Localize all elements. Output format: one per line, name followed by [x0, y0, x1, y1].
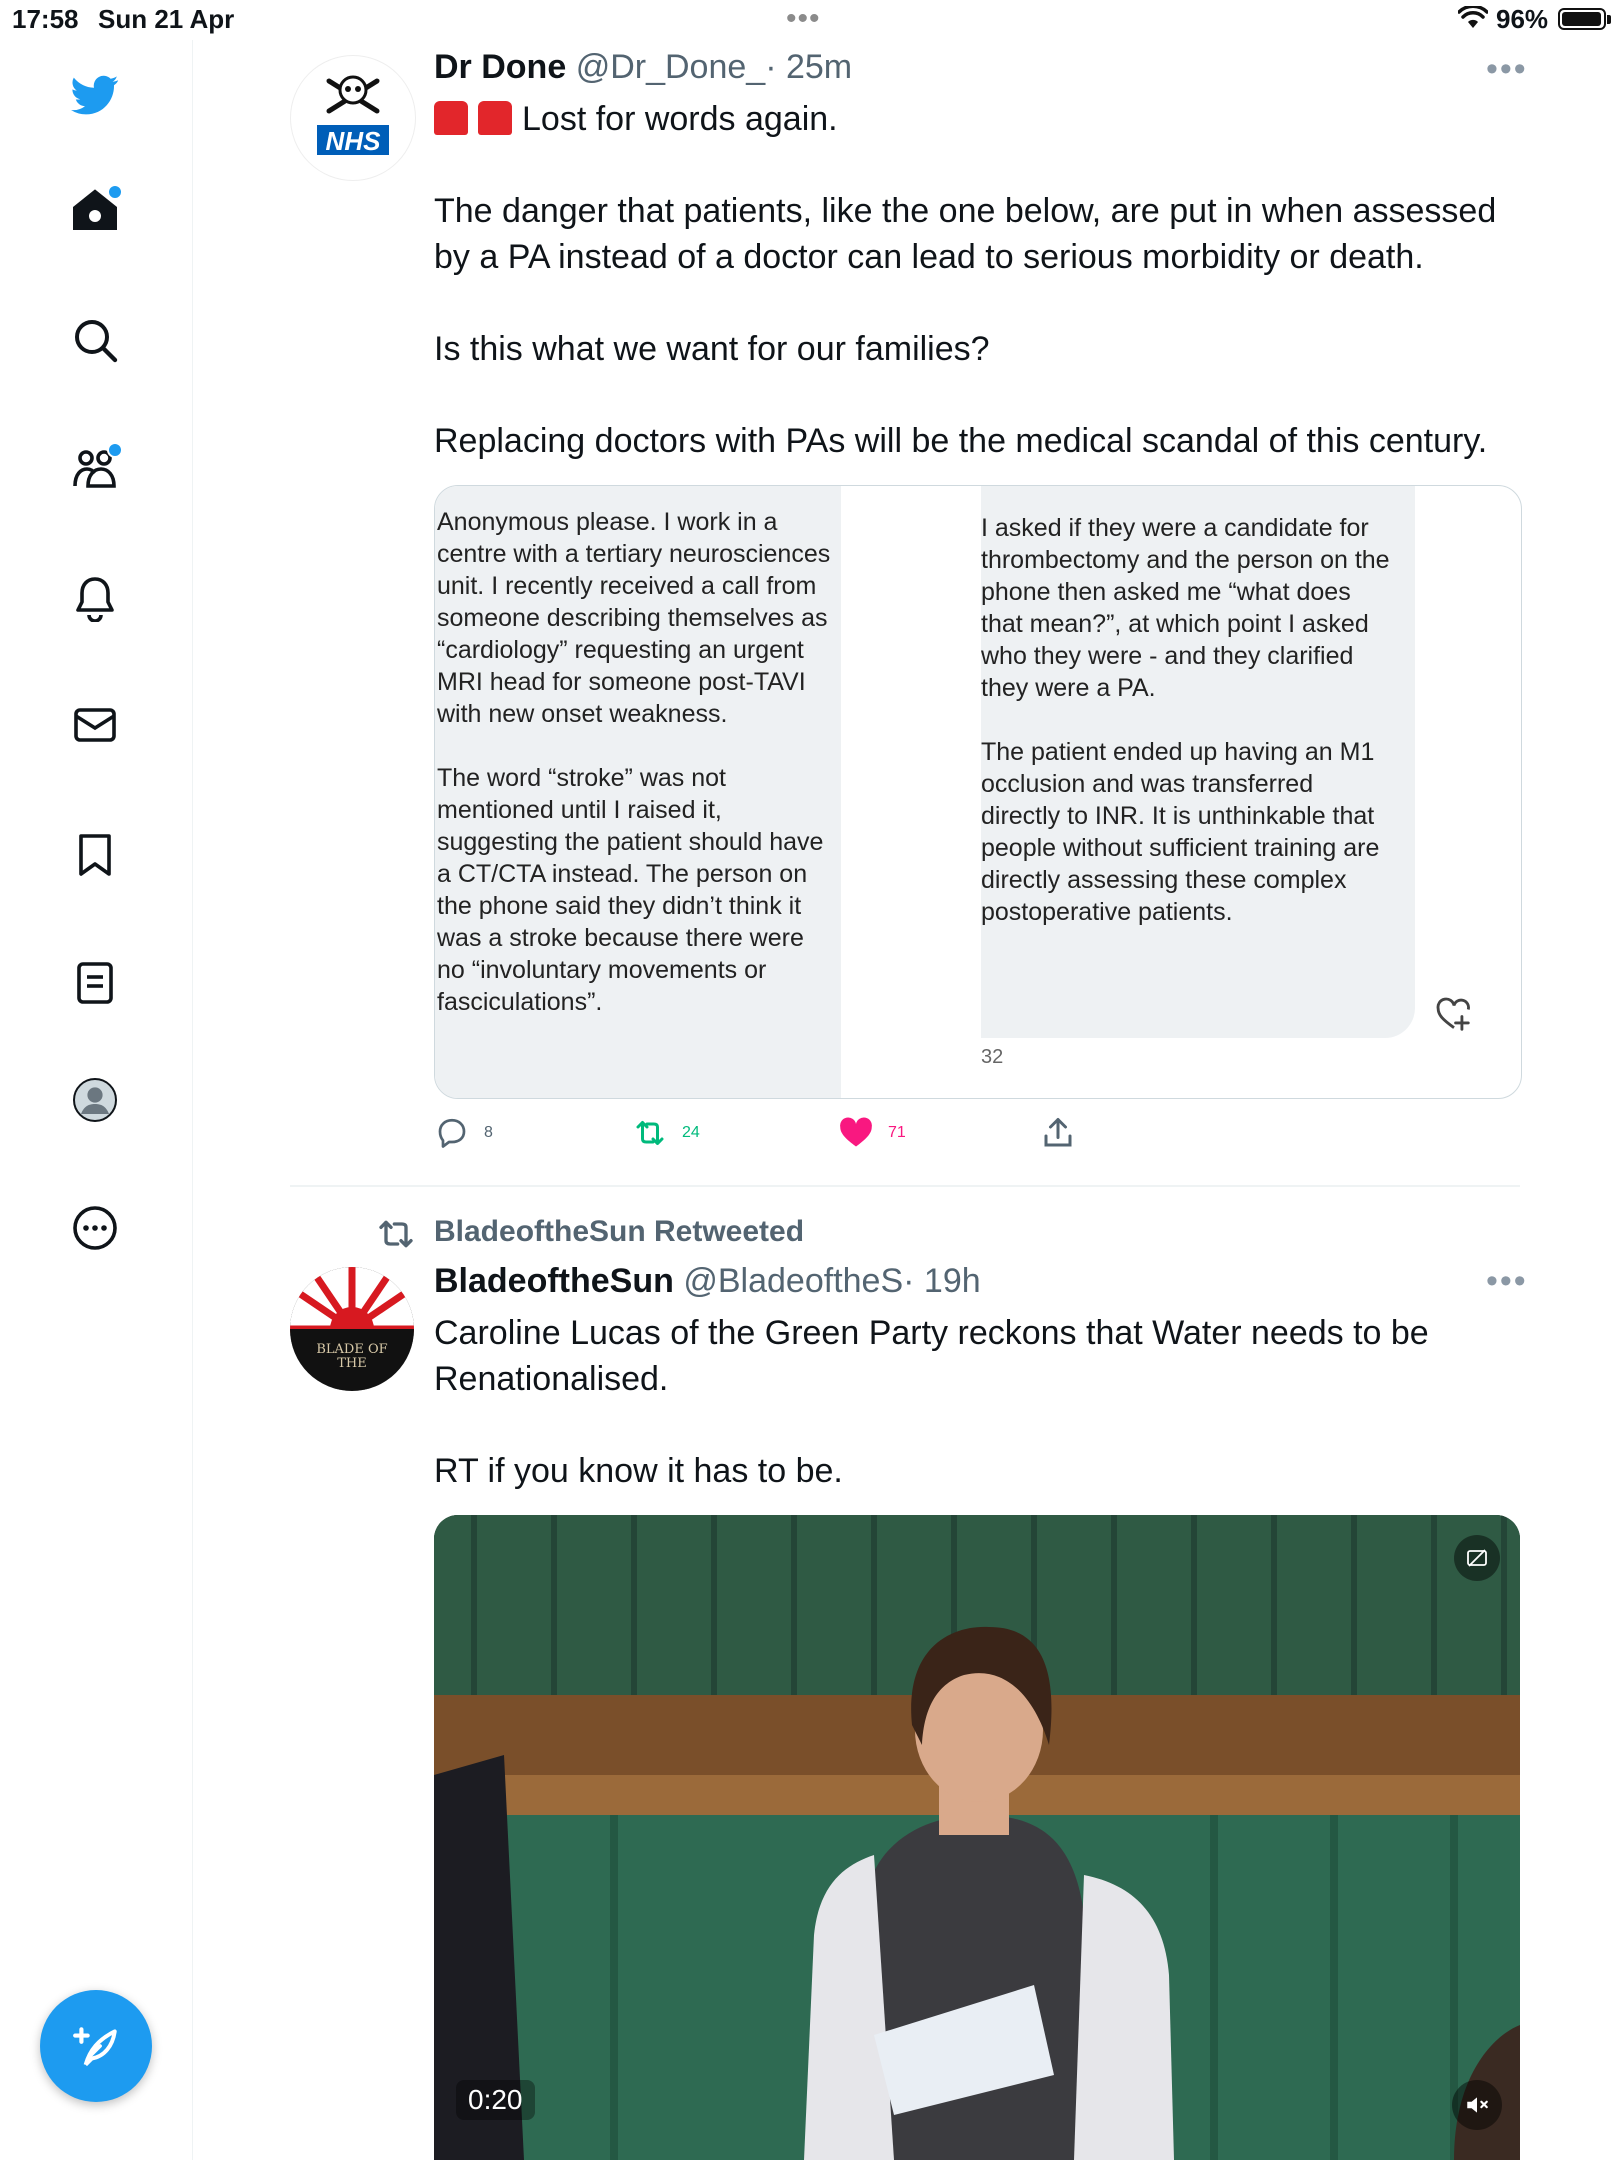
retweet-count: 24	[682, 1124, 700, 1141]
image-footnote: 32	[981, 1046, 1004, 1068]
tweet-text-line	[434, 372, 1524, 418]
retweeted-icon	[376, 1217, 416, 1256]
tweet-header: BladeoftheSun @BladeoftheS· 19h	[434, 1262, 981, 1301]
nhs-logo-text: NHS	[325, 126, 381, 156]
tweet-time[interactable]: · 19h	[903, 1262, 981, 1300]
tweet-text-line: Is this what we want for our families?	[434, 330, 990, 368]
bookmark-icon[interactable]	[65, 825, 125, 885]
image-right-paragraph: I asked if they were a candidate for thr…	[981, 514, 1390, 702]
tweet-image[interactable]: Anonymous please. I work in a centre wit…	[434, 485, 1522, 1099]
tweet-text: Lost for words again. The danger that pa…	[434, 96, 1524, 464]
tweet-more-icon[interactable]: •••	[1486, 1262, 1528, 1301]
home-icon[interactable]	[65, 180, 125, 240]
feather-plus-icon	[73, 2027, 117, 2067]
envelope-icon[interactable]	[65, 695, 125, 755]
rising-sun-icon	[290, 1267, 414, 1391]
communities-notification-dot	[107, 442, 123, 458]
more-options-icon[interactable]	[65, 1198, 125, 1258]
profile-avatar-icon[interactable]	[65, 1070, 125, 1130]
video-duration: 0:20	[456, 2080, 535, 2120]
battery-percent: 96%	[1496, 4, 1549, 34]
mute-icon[interactable]	[1452, 2080, 1502, 2130]
status-bar: 17:58 Sun 21 Apr ••• 96%	[0, 0, 1620, 40]
author-handle[interactable]: @BladeoftheS	[683, 1262, 903, 1300]
lists-icon[interactable]	[65, 953, 125, 1013]
tweet-text: Caroline Lucas of the Green Party reckon…	[434, 1310, 1524, 1494]
reply-button[interactable]: 8	[434, 1115, 493, 1151]
author-avatar[interactable]: NHS	[290, 55, 416, 181]
image-right-paragraph: The patient ended up having an M1 occlus…	[981, 738, 1380, 926]
tweet-text-line: Caroline Lucas of the Green Party reckon…	[434, 1314, 1429, 1398]
tweet-text-line: Replacing doctors with PAs will be the m…	[434, 422, 1488, 460]
like-count: 71	[888, 1124, 906, 1141]
tweet-divider	[290, 1185, 1520, 1187]
author-avatar[interactable]: BLADE OF THE	[290, 1267, 414, 1391]
tweet-text-line	[434, 280, 1524, 326]
search-icon[interactable]	[65, 310, 125, 370]
status-time: 17:58	[12, 4, 79, 34]
bell-icon[interactable]	[65, 568, 125, 628]
reply-icon	[438, 1118, 466, 1148]
image-left-paragraph: The word “stroke” was not mentioned unti…	[437, 764, 824, 1016]
avatar-text: BLADE OF THE	[316, 1342, 388, 1371]
tweet-header: Dr Done @Dr_Done_· 25m	[434, 48, 852, 87]
reply-count: 8	[484, 1124, 493, 1141]
sidebar-nav	[0, 40, 193, 2160]
share-button[interactable]	[1040, 1115, 1076, 1151]
tweet-video[interactable]: 0:20	[434, 1515, 1520, 2160]
image-left-paragraph: Anonymous please. I work in a centre wit…	[437, 508, 831, 728]
captions-icon[interactable]	[1454, 1535, 1500, 1581]
tweet-more-icon[interactable]: •••	[1486, 50, 1528, 89]
twitter-bird-icon[interactable]	[65, 65, 125, 125]
wifi-icon	[1457, 4, 1489, 35]
like-button[interactable]: 71	[838, 1115, 906, 1151]
heart-plus-icon	[1435, 996, 1473, 1039]
tweet-time[interactable]: · 25m	[765, 48, 852, 86]
home-notification-dot	[107, 184, 123, 200]
image-right-panel: I asked if they were a candidate for thr…	[981, 486, 1415, 1038]
author-name[interactable]: Dr Done	[434, 48, 566, 86]
communities-icon[interactable]	[65, 438, 125, 498]
retweeted-by-label[interactable]: BladeoftheSun Retweeted	[434, 1215, 804, 1249]
tweet-text-line: RT if you know it has to be.	[434, 1452, 843, 1490]
share-icon	[1044, 1118, 1072, 1147]
retweet-icon	[636, 1121, 664, 1145]
siren-icon	[434, 101, 468, 135]
heart-filled-icon	[840, 1117, 872, 1147]
author-name[interactable]: BladeoftheSun	[434, 1262, 674, 1300]
multitasking-dots-icon[interactable]: •••	[786, 2, 821, 36]
compose-tweet-button[interactable]	[40, 1990, 152, 2102]
tweet-text-first-line: Lost for words again.	[522, 100, 838, 138]
skull-crossbones-icon	[317, 75, 389, 155]
retweet-button[interactable]: 24	[632, 1115, 700, 1151]
video-frame	[434, 1515, 1520, 2160]
battery-icon	[1558, 8, 1611, 30]
author-handle[interactable]: @Dr_Done_	[576, 48, 766, 86]
tweet-text-line	[434, 1402, 1524, 1448]
status-date: Sun 21 Apr	[98, 4, 235, 34]
image-left-panel: Anonymous please. I work in a centre wit…	[435, 486, 841, 1098]
siren-icon	[478, 101, 512, 135]
tweet-text-line: The danger that patients, like the one b…	[434, 192, 1497, 276]
